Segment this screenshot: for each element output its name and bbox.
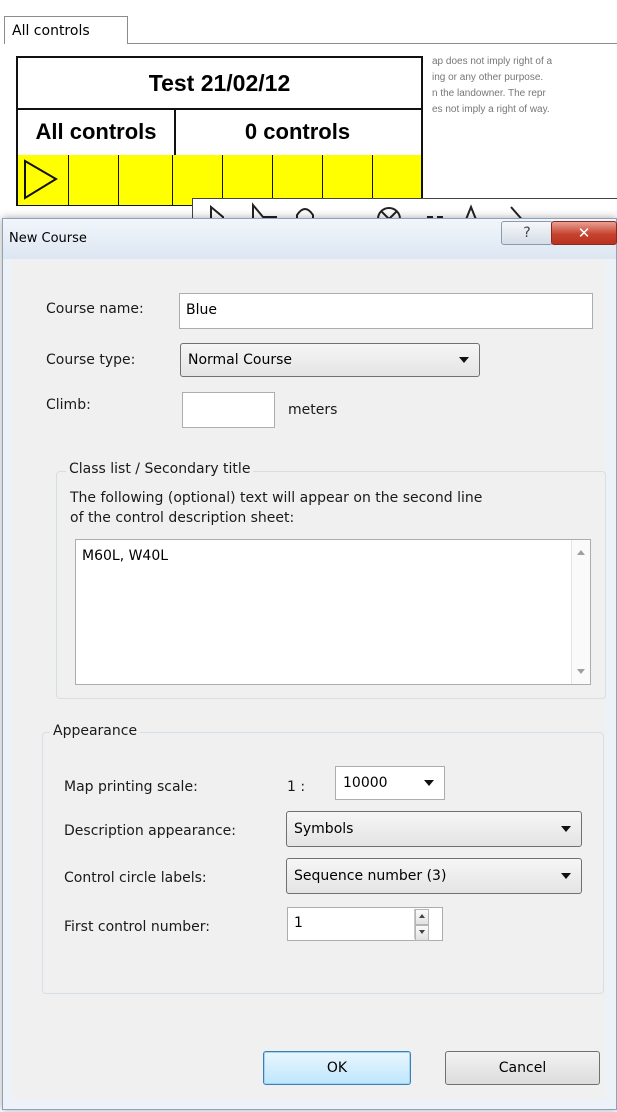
course-type-label: Course type: [46,352,136,368]
first-control-number-label: First control number: [64,919,211,935]
spin-down-icon[interactable] [415,925,429,941]
control-circle-labels-label: Control circle labels: [64,870,207,886]
sheet-cell [68,155,119,205]
class-list-group-title: Class list / Secondary title [66,461,254,477]
scroll-up-icon[interactable] [577,550,585,555]
dialog-titlebar[interactable]: New Course ? ✕ [3,219,617,259]
climb-unit-label: meters [288,402,338,418]
start-symbol-cell [18,155,69,205]
chevron-down-icon [561,826,571,832]
sheet-title: Test 21/02/12 [18,58,421,110]
ok-button[interactable]: OK [263,1051,411,1085]
control-circle-labels-value: Sequence number (3) [294,868,447,884]
first-control-number-value: 1 [294,915,303,931]
tab-all-controls[interactable]: All controls [4,16,128,44]
chevron-down-icon [424,780,434,786]
close-icon: ✕ [577,224,591,242]
dialog-title: New Course [9,231,87,246]
class-list-textarea[interactable]: M60L, W40L [75,539,591,685]
help-button[interactable]: ? [501,221,553,245]
control-description-sheet: Test 21/02/12 All controls 0 controls [16,56,423,206]
class-list-help-text-line2: of the control description sheet: [70,510,295,526]
map-disclaimer-text: ap does not imply right of a ing or any … [432,54,617,118]
sheet-course-header: All controls [18,108,176,157]
disclaimer-line: ing or any other purpose. [432,72,544,83]
disclaimer-line: ap does not imply right of a [432,56,553,67]
tab-strip-line [128,43,617,44]
class-list-help-text: The following (optional) text will appea… [70,490,483,506]
cancel-button[interactable]: Cancel [445,1051,600,1085]
course-name-input[interactable]: Blue [179,293,593,329]
spin-up-icon[interactable] [415,909,429,925]
start-triangle-icon [24,159,58,200]
course-name-label: Course name: [46,301,144,317]
climb-input[interactable] [182,392,275,428]
scroll-down-icon[interactable] [577,669,585,674]
disclaimer-line: n the landowner. The repr [432,88,546,99]
map-scale-prefix: 1 : [287,779,306,795]
first-control-number-stepper[interactable]: 1 [287,907,443,941]
spin-buttons[interactable] [414,909,429,941]
chevron-down-icon [459,357,469,363]
description-appearance-label: Description appearance: [64,823,236,839]
course-type-select[interactable]: Normal Course [180,343,480,377]
close-button[interactable]: ✕ [551,221,617,245]
new-course-dialog: New Course ? ✕ Course name: Blue Course … [2,218,617,1110]
sheet-cell [118,155,173,205]
map-scale-value: 10000 [343,775,388,791]
description-appearance-select[interactable]: Symbols [286,811,582,847]
background-window: All controls Test 21/02/12 All controls … [0,0,617,236]
sheet-controls-count: 0 controls [174,108,421,157]
description-appearance-value: Symbols [294,821,354,837]
map-scale-label: Map printing scale: [64,779,198,795]
control-circle-labels-select[interactable]: Sequence number (3) [286,858,582,894]
dialog-content: Course name: Blue Course type: Normal Co… [12,259,606,1099]
climb-label: Climb: [46,397,91,413]
map-scale-combobox[interactable]: 10000 [335,766,445,800]
class-list-value: M60L, W40L [82,548,169,564]
chevron-down-icon [561,873,571,879]
disclaimer-line: es not imply a right of way. [432,104,550,115]
appearance-group-title: Appearance [50,723,141,739]
course-type-value: Normal Course [188,352,292,368]
help-icon: ? [523,225,531,241]
textarea-scrollbar[interactable] [571,540,590,684]
